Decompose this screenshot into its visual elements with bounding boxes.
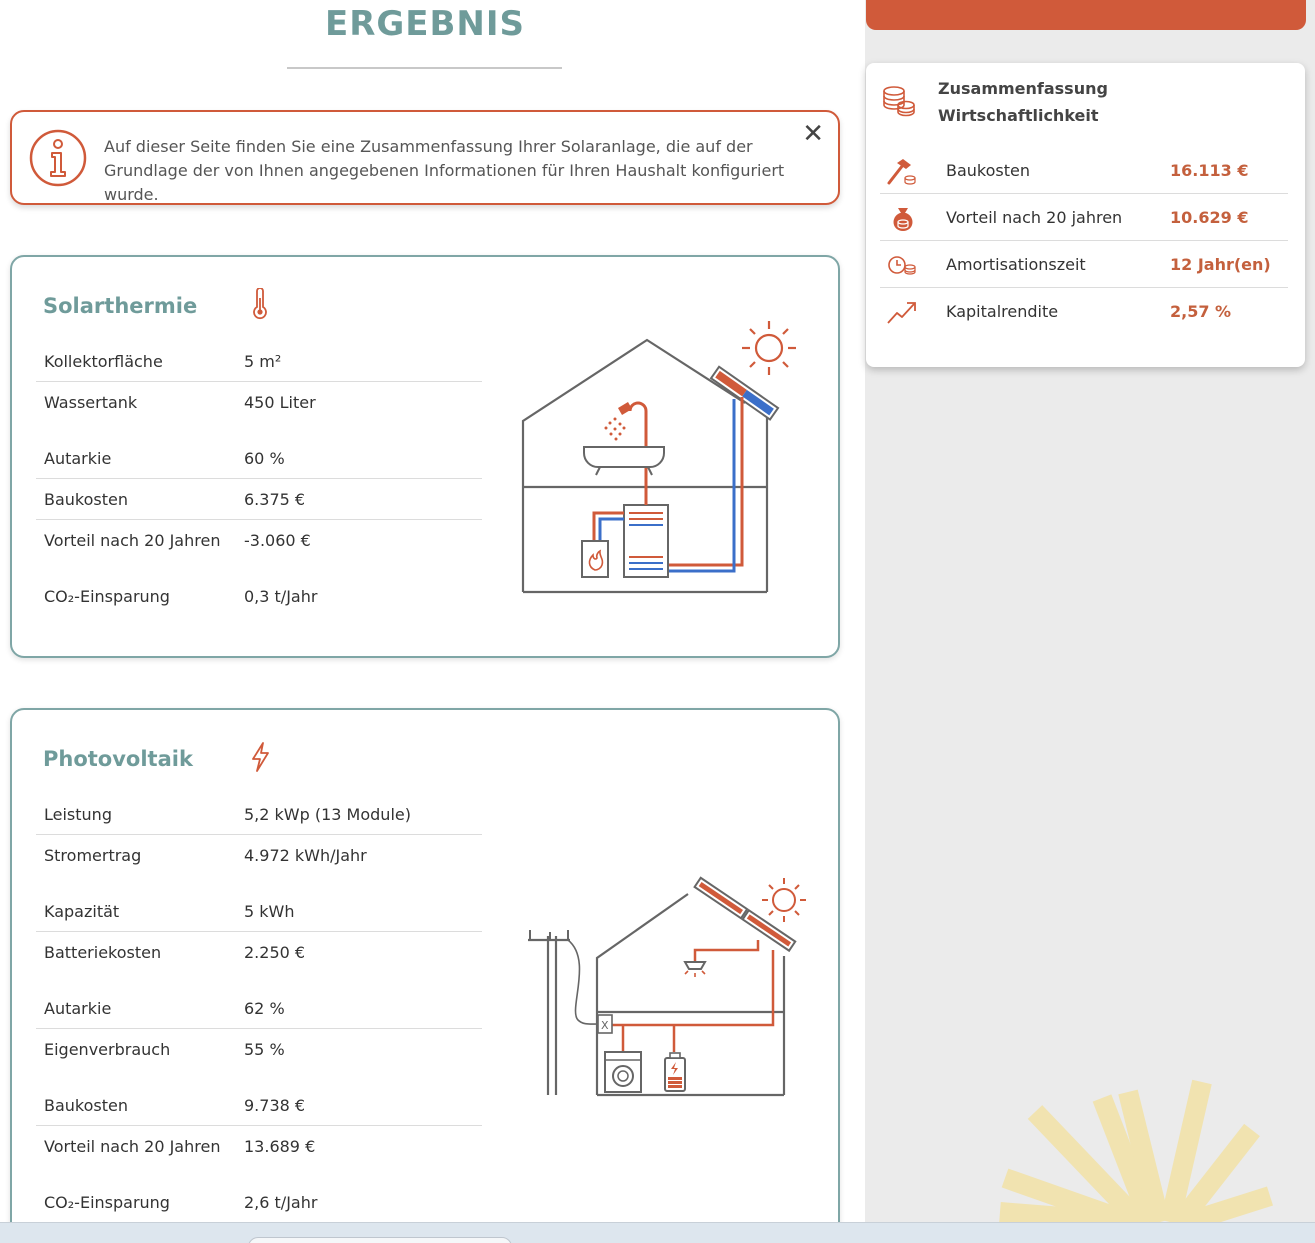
row-value: 5 m² [244, 352, 282, 371]
solar-row-wassertank: Wassertank 450 Liter [36, 383, 482, 423]
row-label: Autarkie [44, 999, 112, 1018]
summary-value: 10.629 € [1170, 208, 1249, 227]
page-title: ERGEBNIS [324, 4, 526, 44]
title-divider [287, 67, 562, 69]
thermometer-icon [253, 288, 267, 320]
row-value: 4.972 kWh/Jahr [244, 846, 367, 865]
solar-row-co2: CO₂-Einsparung 0,3 t/Jahr [36, 577, 482, 617]
summary-value: 16.113 € [1170, 161, 1249, 180]
photovoltaik-house-illustration: X [528, 876, 806, 1097]
sun-decoration-icon [999, 1079, 1274, 1222]
photovoltaik-card: Photovoltaik Leistung 5,2 kWp (13 Module… [10, 708, 840, 1222]
summary-label: Vorteil nach 20 jahren [946, 208, 1123, 227]
row-label: CO₂-Einsparung [44, 587, 170, 606]
row-value: 60 % [244, 449, 285, 468]
solar-row-baukosten: Baukosten 6.375 € [36, 480, 482, 520]
summary-value: 12 Jahr(en) [1170, 255, 1271, 274]
row-value: 450 Liter [244, 393, 316, 412]
pv-row-baukosten: Baukosten 9.738 € [36, 1086, 482, 1126]
row-label: Vorteil nach 20 Jahren [44, 1137, 221, 1156]
row-label: Autarkie [44, 449, 112, 468]
row-value: 0,3 t/Jahr [244, 587, 318, 606]
row-label: Leistung [44, 805, 112, 824]
lightning-icon [252, 742, 269, 772]
summary-card: Zusammenfassung Wirtschaftlichkeit Bauko… [866, 63, 1305, 367]
row-label: Eigenverbrauch [44, 1040, 171, 1059]
top-accent-bar [866, 0, 1306, 30]
coins-icon [883, 86, 915, 117]
sun-icon [742, 321, 796, 375]
row-value: 62 % [244, 999, 285, 1018]
summary-label: Kapitalrendite [946, 302, 1059, 321]
solarthermie-card: Solarthermie Kollektorfläche 5 m² Wasser… [10, 255, 840, 658]
info-banner: Auf dieser Seite finden Sie eine Zusamme… [10, 110, 840, 205]
taskbar-search-input[interactable] [248, 1237, 512, 1243]
row-value: -3.060 € [244, 531, 311, 550]
row-label: Baukosten [44, 490, 128, 509]
pv-row-co2: CO₂-Einsparung 2,6 t/Jahr [36, 1183, 482, 1222]
summary-value: 2,57 % [1170, 302, 1232, 321]
pv-row-batteriekosten: Batteriekosten 2.250 € [36, 933, 482, 973]
row-label: Kapazität [44, 902, 120, 921]
row-value: 55 % [244, 1040, 285, 1059]
row-value: 2,6 t/Jahr [244, 1193, 318, 1212]
row-label: Vorteil nach 20 Jahren [44, 531, 221, 550]
row-label: Baukosten [44, 1096, 128, 1115]
row-label: Kollektorfläche [44, 352, 163, 371]
summary-label: Amortisationszeit [946, 255, 1086, 274]
solarthermie-house-illustration [521, 321, 796, 594]
row-value: 5,2 kWp (13 Module) [244, 805, 411, 824]
summary-row-kapitalrendite: Kapitalrendite 2,57 % [880, 288, 1288, 335]
svg-text:X: X [601, 1019, 609, 1032]
pv-row-stromertrag: Stromertrag 4.972 kWh/Jahr [36, 836, 482, 876]
summary-title: Zusammenfassung Wirtschaftlichkeit [938, 79, 1108, 125]
row-value: 2.250 € [244, 943, 306, 962]
solar-row-autarkie: Autarkie 60 % [36, 439, 482, 479]
info-text: Auf dieser Seite finden Sie eine Zusamme… [104, 137, 785, 204]
row-label: CO₂-Einsparung [44, 1193, 170, 1212]
row-label: Batteriekosten [44, 943, 162, 962]
money-bag-icon [893, 208, 913, 231]
summary-row-amortisation: Amortisationszeit 12 Jahr(en) [880, 241, 1288, 288]
clock-coins-icon [888, 256, 916, 275]
pv-row-kapazitaet: Kapazität 5 kWh [36, 892, 482, 932]
info-icon [29, 129, 87, 187]
pv-row-eigenverbrauch: Eigenverbrauch 55 % [36, 1030, 482, 1070]
summary-row-baukosten: Baukosten 16.113 € [880, 147, 1288, 194]
hammer-icon [887, 159, 916, 185]
row-value: 13.689 € [244, 1137, 316, 1156]
row-value: 9.738 € [244, 1096, 306, 1115]
pv-row-leistung: Leistung 5,2 kWp (13 Module) [36, 795, 482, 835]
row-label: Stromertrag [44, 846, 142, 865]
photovoltaik-title: Photovoltaik [43, 747, 193, 771]
close-icon[interactable]: ✕ [802, 121, 824, 147]
summary-row-vorteil: Vorteil nach 20 jahren 10.629 € [880, 194, 1288, 241]
solar-row-kollektorflaeche: Kollektorfläche 5 m² [36, 342, 482, 382]
trend-up-icon [887, 302, 916, 324]
summary-label: Baukosten [946, 161, 1030, 180]
row-value: 6.375 € [244, 490, 306, 509]
pv-row-autarkie: Autarkie 62 % [36, 989, 482, 1029]
sun-icon [762, 878, 806, 922]
taskbar [0, 1222, 1315, 1243]
results-panel: ERGEBNIS Auf dieser Seite finden Sie ein… [0, 0, 865, 1222]
solarthermie-title: Solarthermie [43, 294, 198, 318]
row-label: Wassertank [44, 393, 138, 412]
power-pole [528, 930, 599, 1095]
pv-row-vorteil: Vorteil nach 20 Jahren 13.689 € [36, 1127, 482, 1167]
solar-row-vorteil: Vorteil nach 20 Jahren -3.060 € [36, 521, 482, 561]
row-value: 5 kWh [244, 902, 295, 921]
